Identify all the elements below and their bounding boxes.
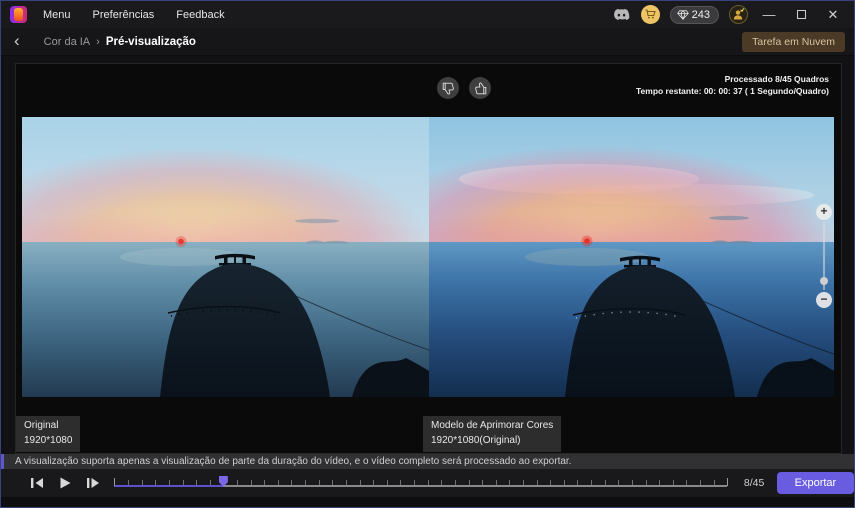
enhanced-model-label: Modelo de Aprimorar Cores 1920*1080(Orig… (423, 416, 562, 452)
notice-bar: A visualização suporta apenas a visualiz… (1, 454, 854, 469)
thumbs-up-button[interactable] (469, 77, 491, 99)
zoom-control: + − (816, 204, 832, 308)
maximize-icon (796, 10, 806, 19)
previous-frame-icon (30, 478, 43, 488)
enhanced-label-resolution: 1920*1080(Original) (431, 434, 521, 446)
title-bar: Menu Preferências Feedback 243 — ✕ (1, 1, 854, 28)
enhanced-label-title: Modelo de Aprimorar Cores (431, 420, 554, 431)
breadcrumb-parent[interactable]: Cor da IA (44, 36, 90, 48)
processing-status: Processado 8/45 Quadros Tempo restante: … (636, 73, 829, 98)
notice-accent (1, 454, 4, 469)
back-button[interactable]: ‹ (1, 28, 26, 56)
playback-bar: 8/45 Exportar (1, 469, 854, 497)
timeline-fill (114, 485, 224, 487)
credits-counter[interactable]: 243 (669, 5, 719, 24)
menu-item-feedback[interactable]: Feedback (176, 9, 224, 21)
thumbs-up-icon (474, 82, 486, 94)
zoom-in-button[interactable]: + (816, 204, 832, 220)
export-button[interactable]: Exportar (776, 472, 854, 494)
next-frame-button[interactable] (85, 475, 101, 491)
nav-bar: ‹ Cor da IA › Pré-visualização Tarefa em… (1, 28, 854, 56)
timeline-slider[interactable] (114, 475, 729, 491)
notice-message: A visualização suporta apenas a visualiz… (15, 456, 572, 467)
thumbs-down-button[interactable] (437, 77, 459, 99)
menu-bar: Menu Preferências Feedback (43, 9, 225, 21)
next-frame-icon (86, 478, 99, 488)
app-window: Menu Preferências Feedback 243 — ✕ ‹ Cor… (0, 0, 855, 508)
close-button[interactable]: ✕ (822, 1, 844, 28)
breadcrumb-separator-icon: › (96, 35, 100, 48)
discord-icon[interactable] (612, 8, 631, 22)
original-label: Original 1920*1080 (16, 416, 81, 452)
zoom-slider-thumb[interactable] (820, 277, 828, 285)
play-button[interactable] (57, 475, 73, 491)
original-preview-image (22, 117, 429, 397)
processing-frames-line: Processado 8/45 Quadros (724, 74, 829, 84)
app-logo-icon (10, 6, 27, 23)
store-cart-icon[interactable] (640, 5, 660, 24)
menu-item-preferences[interactable]: Preferências (93, 9, 155, 21)
maximize-button[interactable] (790, 1, 812, 28)
vip-account-icon[interactable] (729, 5, 748, 24)
cloud-task-button[interactable]: Tarefa em Nuvem (742, 31, 845, 52)
processing-time-line: Tempo restante: 00: 00: 37 ( 1 Segundo/Q… (635, 86, 829, 97)
play-icon (60, 477, 71, 489)
gem-icon (676, 9, 689, 20)
zoom-out-button[interactable]: − (816, 292, 832, 308)
menu-item-menu[interactable]: Menu (43, 9, 71, 21)
original-label-resolution: 1920*1080 (24, 434, 73, 446)
previous-frame-button[interactable] (29, 475, 45, 491)
credits-count: 243 (691, 8, 710, 21)
minimize-button[interactable]: — (758, 1, 780, 28)
enhanced-preview-image (429, 117, 834, 397)
bottom-strip (1, 497, 854, 507)
comparison-images (22, 117, 834, 397)
thumbs-down-icon (442, 82, 454, 94)
original-label-title: Original (24, 420, 59, 431)
preview-panel: Processado 8/45 Quadros Tempo restante: … (15, 63, 842, 454)
frame-counter: 8/45 (743, 477, 765, 489)
breadcrumb-current: Pré-visualização (105, 35, 196, 48)
